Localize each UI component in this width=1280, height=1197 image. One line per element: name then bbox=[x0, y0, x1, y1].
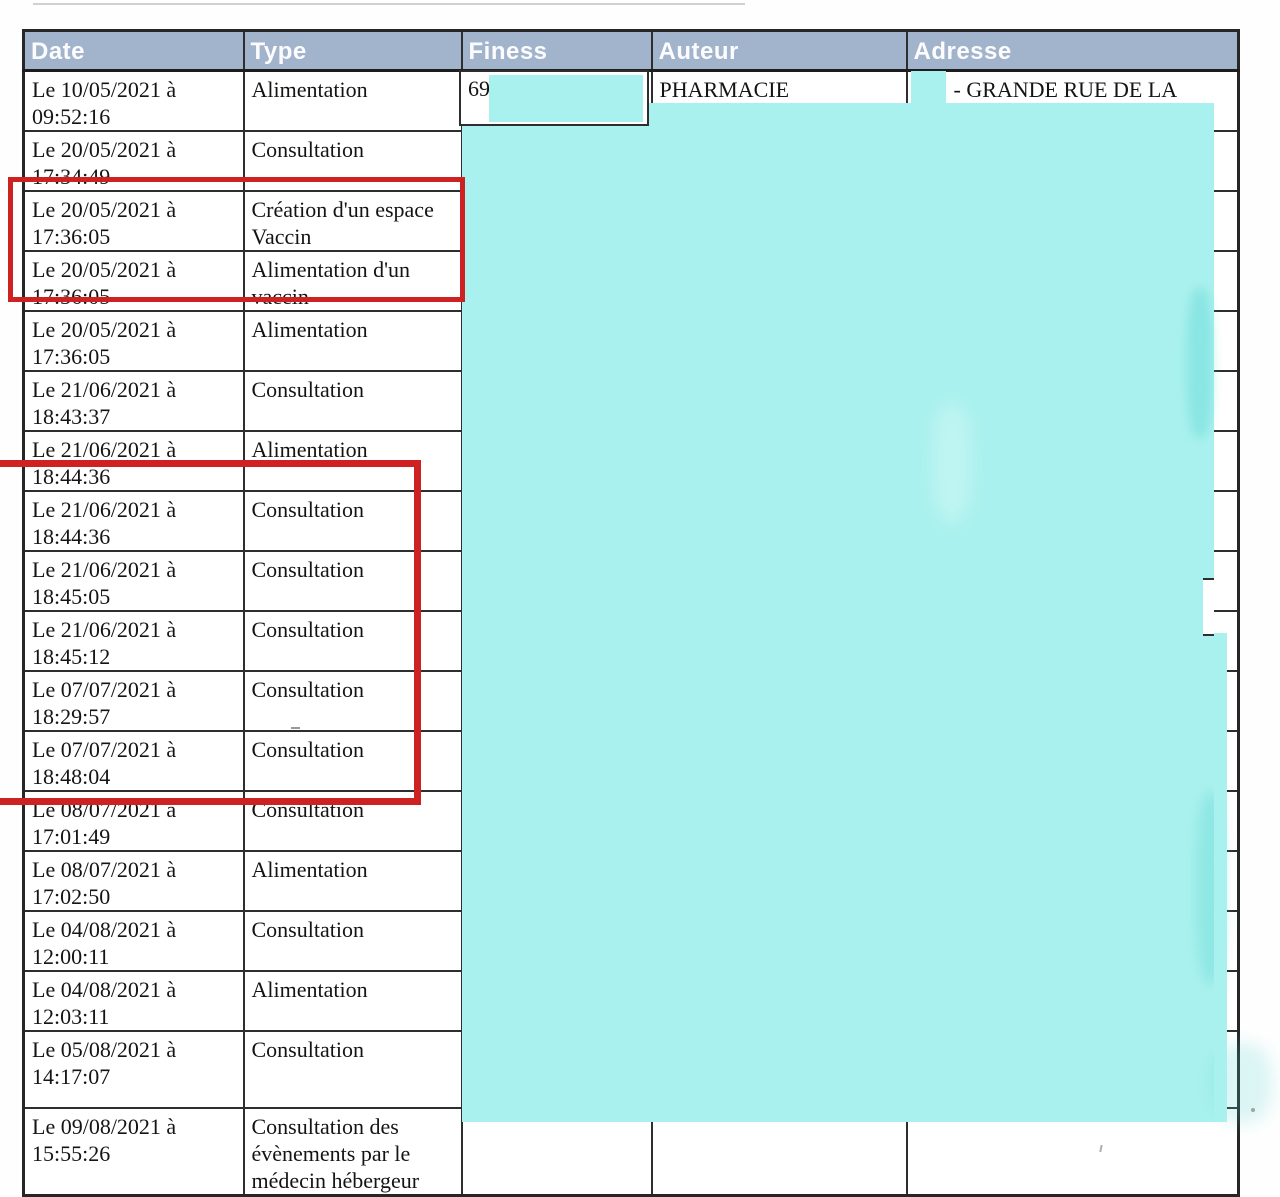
redaction-block-main bbox=[462, 103, 1214, 1122]
finess-cell-box: 69 bbox=[459, 70, 649, 126]
column-header-auteur: Auteur bbox=[652, 31, 907, 71]
finess-value: 69 bbox=[468, 76, 490, 101]
column-header-adresse: Adresse bbox=[907, 31, 1239, 71]
redaction-block-right-strip bbox=[1214, 633, 1227, 1122]
cell-type: Alimentation bbox=[244, 71, 462, 132]
cell-date: Le 04/08/2021 à 12:00:11 bbox=[24, 911, 244, 971]
scan-smudge bbox=[1187, 288, 1213, 438]
cell-date: Le 20/05/2021 à 17:36:05 bbox=[24, 311, 244, 371]
cell-type: Alimentation bbox=[244, 971, 462, 1031]
redaction-patch-finess bbox=[489, 75, 643, 122]
cell-date: Le 21/06/2021 à 18:43:37 bbox=[24, 371, 244, 431]
cell-type: Consultation bbox=[244, 371, 462, 431]
cell-type: Alimentation bbox=[244, 311, 462, 371]
cell-type: Alimentation bbox=[244, 851, 462, 911]
cell-type: Consultation bbox=[244, 911, 462, 971]
annotation-box-consultation-rows bbox=[0, 460, 421, 805]
scanned-document-page: Date Type Finess Auteur Adresse Le 10/05… bbox=[0, 0, 1280, 1161]
cell-type: Consultation des évènements par le médec… bbox=[244, 1108, 462, 1196]
cell-date: Le 05/08/2021 à 14:17:07 bbox=[24, 1031, 244, 1108]
scan-smudge bbox=[932, 403, 972, 523]
cell-date: Le 04/08/2021 à 12:03:11 bbox=[24, 971, 244, 1031]
scan-speck bbox=[291, 727, 300, 729]
unredacted-notch bbox=[1203, 578, 1214, 636]
column-header-date: Date bbox=[24, 31, 244, 71]
cell-date: Le 08/07/2021 à 17:02:50 bbox=[24, 851, 244, 911]
cell-type: Consultation bbox=[244, 1031, 462, 1108]
cell-date: Le 09/08/2021 à 15:55:26 bbox=[24, 1108, 244, 1196]
header-row: Date Type Finess Auteur Adresse bbox=[24, 31, 1239, 71]
scan-speck bbox=[1251, 1108, 1255, 1112]
column-header-finess: Finess bbox=[462, 31, 652, 71]
redaction-patch-adresse-number bbox=[911, 71, 946, 104]
scan-artifact-line bbox=[33, 3, 745, 5]
column-header-type: Type bbox=[244, 31, 462, 71]
annotation-box-vaccine-rows bbox=[8, 177, 465, 302]
cell-date: Le 10/05/2021 à 09:52:16 bbox=[24, 71, 244, 132]
